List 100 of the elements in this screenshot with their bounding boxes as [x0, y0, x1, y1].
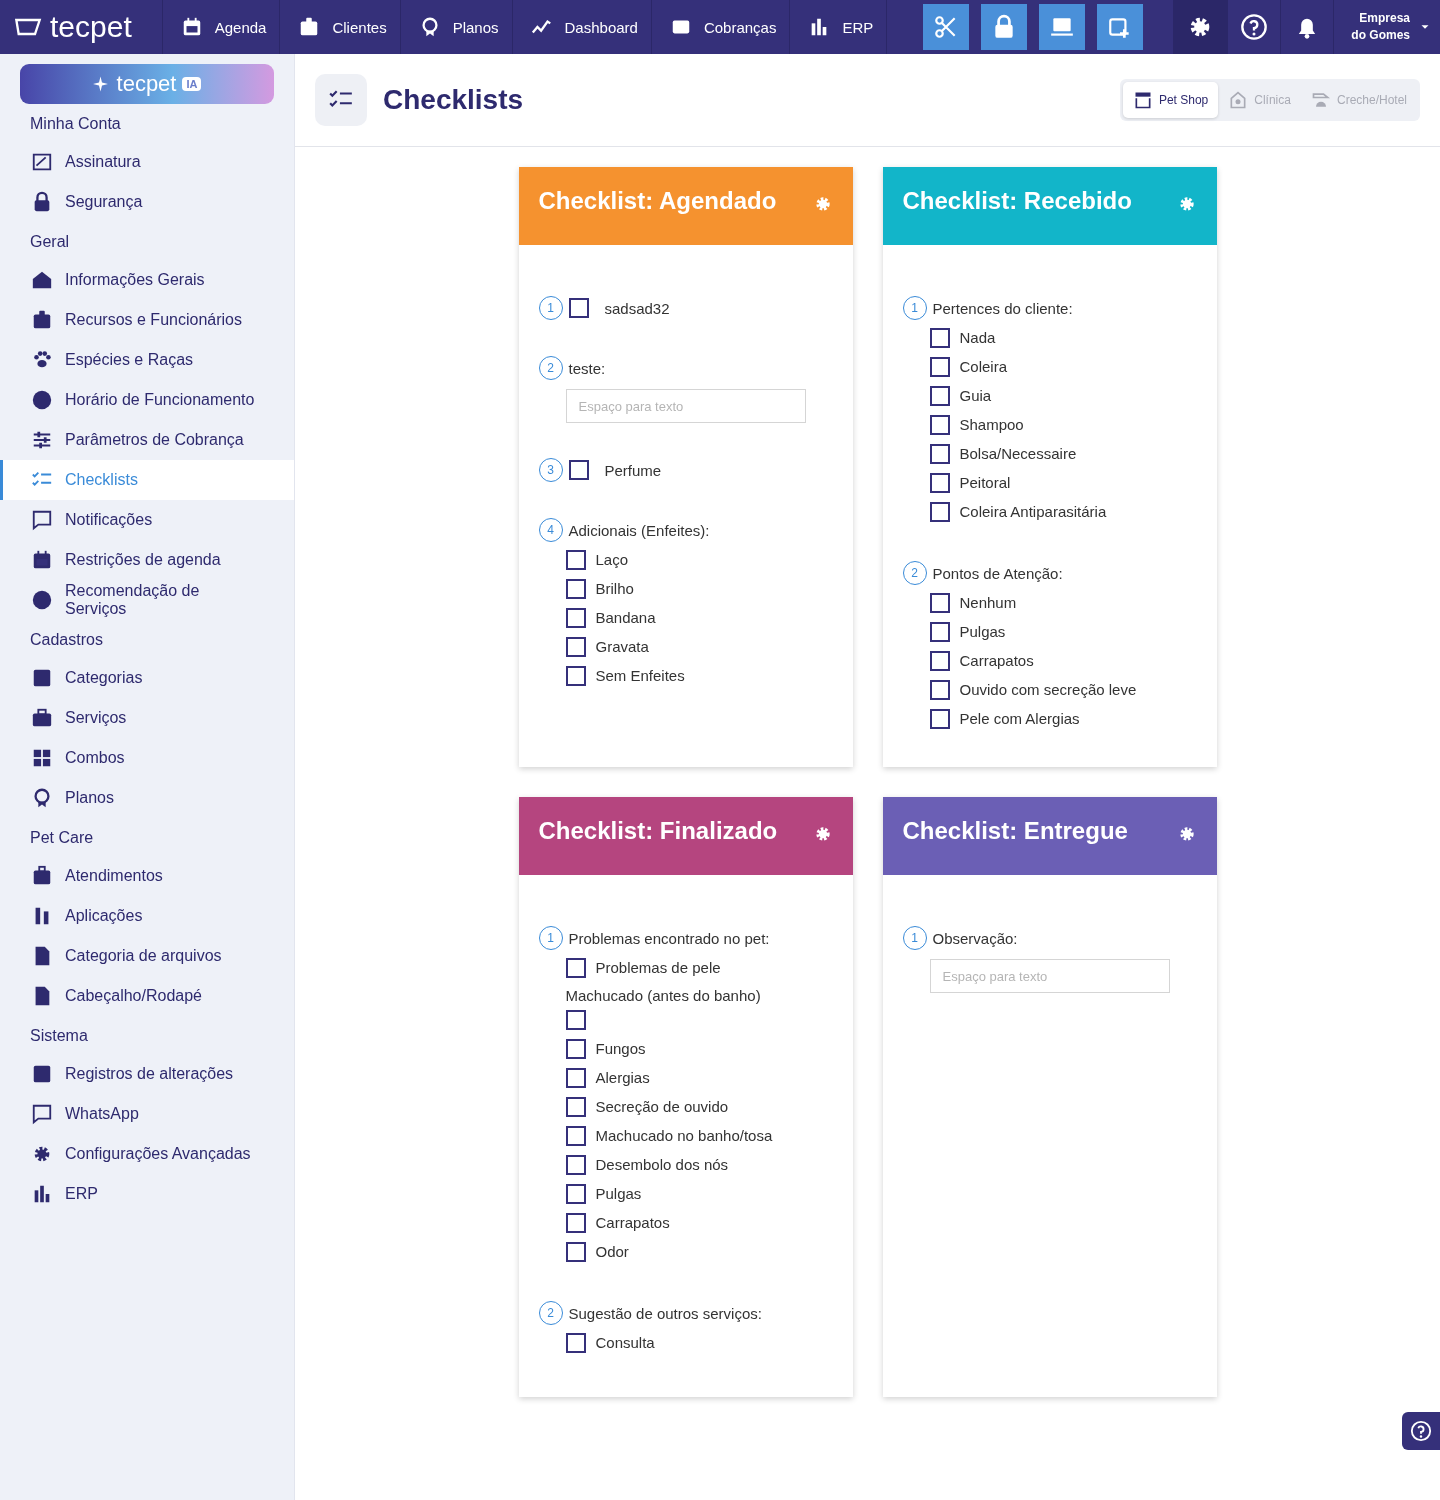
question-label: teste:	[568, 359, 606, 377]
card-title: Checklist: Entregue	[902, 817, 1128, 845]
checkbox[interactable]	[565, 636, 586, 657]
checkbox[interactable]	[565, 1038, 586, 1059]
sidebar-item[interactable]: Espécies e Raças	[0, 340, 294, 380]
text-field[interactable]: Espaço para texto	[565, 389, 806, 423]
hotel-bell-icon	[1310, 90, 1331, 110]
logo-text: tecpet	[50, 10, 132, 44]
checkbox[interactable]	[565, 1096, 586, 1117]
sidebar-item[interactable]: Restrições de agenda	[0, 540, 294, 580]
checkbox[interactable]	[929, 327, 950, 348]
toolbar-button[interactable]	[1097, 4, 1144, 50]
sidebar-item[interactable]: Notificações	[0, 500, 294, 540]
checkbox[interactable]	[929, 356, 950, 377]
page-title: Checklists	[383, 84, 525, 116]
nav-link[interactable]: Clientes	[280, 0, 401, 54]
sidebar-item[interactable]: Parâmetros de Cobrança	[0, 420, 294, 460]
option-label: Coleira Antiparasitária	[959, 503, 1107, 520]
checkbox[interactable]	[565, 1154, 586, 1175]
checkbox[interactable]	[929, 592, 950, 613]
sidebar-item[interactable]: ERP	[0, 1174, 294, 1214]
toolbar-button[interactable]	[981, 4, 1028, 50]
checkbox[interactable]	[929, 501, 950, 522]
option-label: Odor	[595, 1243, 629, 1260]
checkbox[interactable]	[929, 679, 950, 700]
sidebar-item[interactable]: Atendimentos	[0, 856, 294, 896]
question-label: Problemas encontrado no pet:	[568, 929, 770, 947]
segment-tab[interactable]: Pet Shop	[1122, 82, 1219, 118]
nav-link[interactable]: Dashboard	[512, 0, 652, 54]
checkbox[interactable]	[565, 665, 586, 686]
checkbox[interactable]	[565, 1067, 586, 1088]
checkbox[interactable]	[565, 1183, 586, 1204]
checkbox[interactable]	[929, 414, 950, 435]
checkbox[interactable]	[565, 1332, 586, 1353]
checkbox[interactable]	[565, 1010, 586, 1030]
sidebar-item[interactable]: Informações Gerais	[0, 260, 294, 300]
sidebar-item[interactable]: Combos	[0, 738, 294, 778]
option-label: Peitoral	[959, 474, 1011, 491]
sidebar-item[interactable]: Segurança	[0, 182, 294, 222]
sidebar-item[interactable]: Recomendação de Serviços	[0, 580, 294, 620]
sidebar-item[interactable]: Aplicações	[0, 896, 294, 936]
help-button[interactable]	[1402, 1412, 1440, 1450]
option-label: Nenhum	[959, 594, 1017, 611]
settings-button[interactable]	[1173, 0, 1227, 54]
option-label: Secreção de ouvido	[595, 1098, 729, 1115]
option-label: Fungos	[595, 1040, 646, 1057]
sidebar-item[interactable]: Checklists	[0, 460, 294, 500]
checkbox[interactable]	[929, 621, 950, 642]
sidebar-item[interactable]: Assinatura	[0, 142, 294, 182]
checkbox[interactable]	[929, 708, 950, 729]
clinic-icon	[1228, 90, 1249, 110]
question-label: Sugestão de outros serviços:	[568, 1304, 762, 1322]
option-label: Ouvido com secreção leve	[959, 681, 1137, 698]
sidebar-item[interactable]: Categorias	[0, 658, 294, 698]
checkbox[interactable]	[929, 472, 950, 493]
toolbar-button[interactable]	[1039, 4, 1086, 50]
ai-banner[interactable]: tecpet IA	[20, 64, 274, 104]
sidebar-item[interactable]: Cabeçalho/Rodapé	[0, 976, 294, 1016]
checkbox[interactable]	[929, 443, 950, 464]
sidebar-item[interactable]: Horário de Funcionamento	[0, 380, 294, 420]
option-label: Brilho	[595, 580, 634, 597]
sidebar-item[interactable]: Configurações Avançadas	[0, 1134, 294, 1174]
option-label: Nada	[959, 329, 996, 346]
checkbox[interactable]	[565, 549, 586, 570]
checkbox[interactable]	[929, 385, 950, 406]
checkbox[interactable]	[929, 650, 950, 671]
question-label: Pertences do cliente:	[932, 299, 1073, 317]
medical-bag-icon	[31, 865, 53, 887]
checkbox[interactable]	[565, 1212, 586, 1233]
sidebar-item[interactable]: WhatsApp	[0, 1094, 294, 1134]
text-field[interactable]: Espaço para texto	[929, 959, 1170, 993]
checkbox[interactable]	[565, 1125, 586, 1146]
option-label: Pulgas	[959, 623, 1006, 640]
checkbox[interactable]	[565, 607, 586, 628]
sidebar-item[interactable]: Planos	[0, 778, 294, 818]
checkbox[interactable]	[568, 298, 589, 318]
nav-link[interactable]: ERP	[790, 0, 888, 54]
nav-link[interactable]: Planos	[400, 0, 513, 54]
sidebar-item[interactable]: Serviços	[0, 698, 294, 738]
checkbox[interactable]	[565, 957, 586, 978]
checkbox[interactable]	[565, 1241, 586, 1262]
checkbox[interactable]	[565, 578, 586, 599]
sidebar-item[interactable]: Recursos e Funcionários	[0, 300, 294, 340]
question-label: Perfume	[604, 461, 662, 479]
nav-link[interactable]: Cobranças	[651, 0, 791, 54]
option-label: Consulta	[595, 1334, 655, 1351]
section-heading: Sistema	[29, 1026, 89, 1046]
section-heading: Pet Care	[29, 828, 95, 848]
toolbar-button[interactable]	[923, 4, 970, 50]
company-menu[interactable]: Empresa do Gomes	[1333, 0, 1440, 54]
sidebar-item[interactable]: Registros de alterações	[0, 1054, 294, 1094]
sidebar-item[interactable]: Categoria de arquivos	[0, 936, 294, 976]
card-title: Checklist: Finalizado	[538, 817, 778, 845]
briefcase-icon	[31, 707, 53, 729]
house-icon	[31, 269, 53, 291]
question-label: Observação:	[932, 929, 1018, 947]
option-label: Pulgas	[595, 1185, 642, 1202]
option-label: Shampoo	[959, 416, 1024, 433]
option-label: Carrapatos	[959, 652, 1034, 669]
checkbox[interactable]	[568, 460, 589, 480]
